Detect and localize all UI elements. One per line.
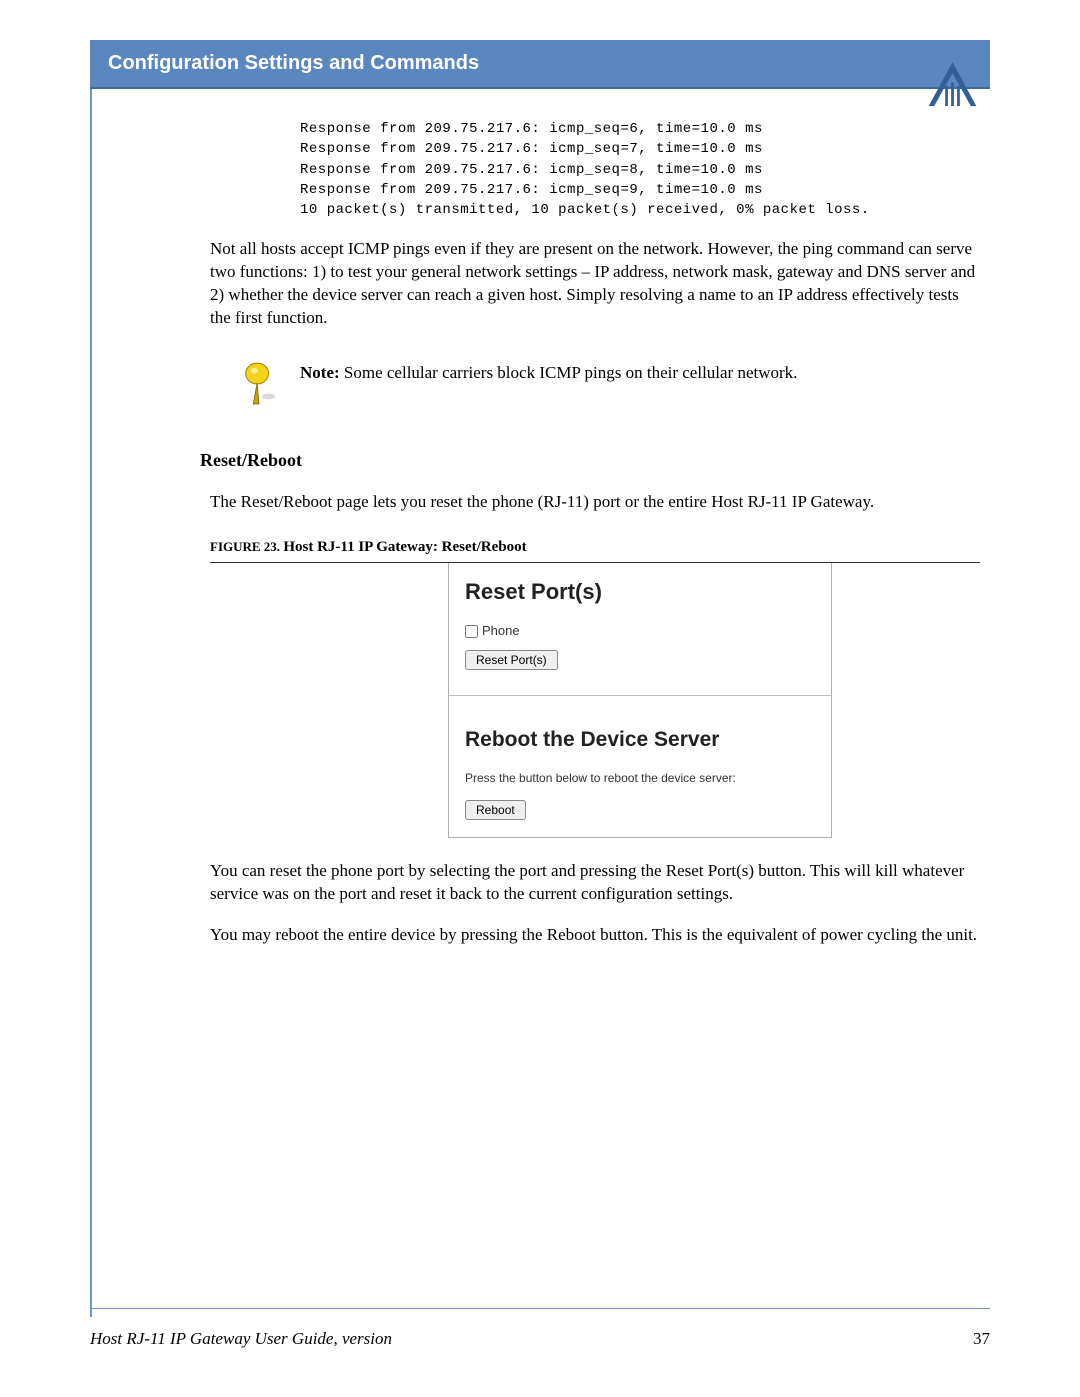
reset-ports-heading: Reset Port(s) <box>465 577 815 607</box>
chapter-header: Configuration Settings and Commands <box>90 40 990 89</box>
ping-line: Response from 209.75.217.6: icmp_seq=8, … <box>300 162 763 178</box>
phone-checkbox-label: Phone <box>482 622 520 640</box>
phone-checkbox[interactable] <box>465 625 478 638</box>
reboot-instruction: Press the button below to reboot the dev… <box>465 770 815 786</box>
reboot-heading: Reboot the Device Server <box>465 726 815 754</box>
footer-doc-title: Host RJ-11 IP Gateway User Guide, versio… <box>90 1329 392 1349</box>
pushpin-icon <box>240 360 278 408</box>
note-text: Note: Some cellular carriers block ICMP … <box>300 360 797 385</box>
ping-output: Response from 209.75.217.6: icmp_seq=6, … <box>300 119 980 220</box>
figure-screenshot: Reset Port(s) Phone Reset Port(s) Reboot… <box>448 563 832 839</box>
ping-line: 10 packet(s) transmitted, 10 packet(s) r… <box>300 202 870 218</box>
figure-caption-text: Host RJ-11 IP Gateway: Reset/Reboot <box>283 539 526 555</box>
reset-ports-button[interactable]: Reset Port(s) <box>465 650 558 670</box>
ping-line: Response from 209.75.217.6: icmp_seq=6, … <box>300 121 763 137</box>
figure-caption: FIGURE 23. Host RJ-11 IP Gateway: Reset/… <box>210 537 980 557</box>
ping-line: Response from 209.75.217.6: icmp_seq=7, … <box>300 141 763 157</box>
brand-logo-icon <box>925 60 980 110</box>
left-margin-rule <box>90 58 92 1317</box>
body-paragraph: Not all hosts accept ICMP pings even if … <box>210 238 980 330</box>
note-body: Some cellular carriers block ICMP pings … <box>340 363 798 382</box>
body-paragraph: You may reboot the entire device by pres… <box>210 924 980 947</box>
footer-rule <box>90 1308 990 1309</box>
page-number: 37 <box>973 1329 990 1349</box>
figure-caption-prefix: FIGURE 23. <box>210 539 283 554</box>
reboot-button[interactable]: Reboot <box>465 800 526 820</box>
note-label: Note: <box>300 363 340 382</box>
section-intro: The Reset/Reboot page lets you reset the… <box>210 491 980 514</box>
body-paragraph: You can reset the phone port by selectin… <box>210 860 980 906</box>
figure-divider <box>449 695 831 696</box>
section-heading: Reset/Reboot <box>200 448 980 472</box>
ping-line: Response from 209.75.217.6: icmp_seq=9, … <box>300 182 763 198</box>
chapter-title: Configuration Settings and Commands <box>108 52 479 74</box>
